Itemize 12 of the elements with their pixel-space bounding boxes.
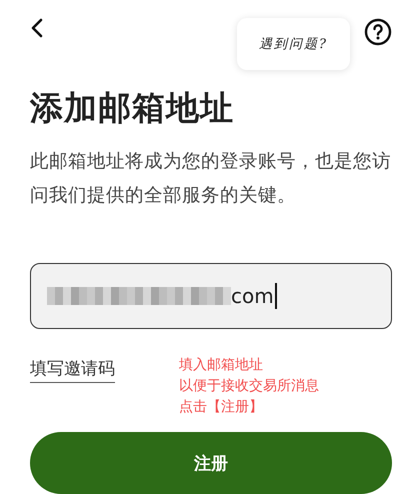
register-button[interactable]: 注册 — [30, 432, 392, 494]
page-title: 添加邮箱地址 — [30, 87, 235, 129]
help-icon — [364, 18, 392, 46]
description-text: 此邮箱地址将成为您的登录账号，也是您访问我们提供的全部服务的关键。 — [30, 150, 392, 208]
help-tooltip: 遇到问题? — [237, 18, 350, 70]
back-icon — [30, 18, 44, 38]
invite-code-link[interactable]: 填写邀请码 — [30, 357, 115, 383]
annotation-note: 填入邮箱地址 以便于接收交易所消息 点击【注册】 — [179, 356, 319, 417]
email-value: com — [231, 284, 274, 308]
back-button[interactable] — [30, 18, 44, 38]
email-field[interactable]: com — [30, 263, 392, 329]
help-button[interactable] — [364, 18, 392, 46]
